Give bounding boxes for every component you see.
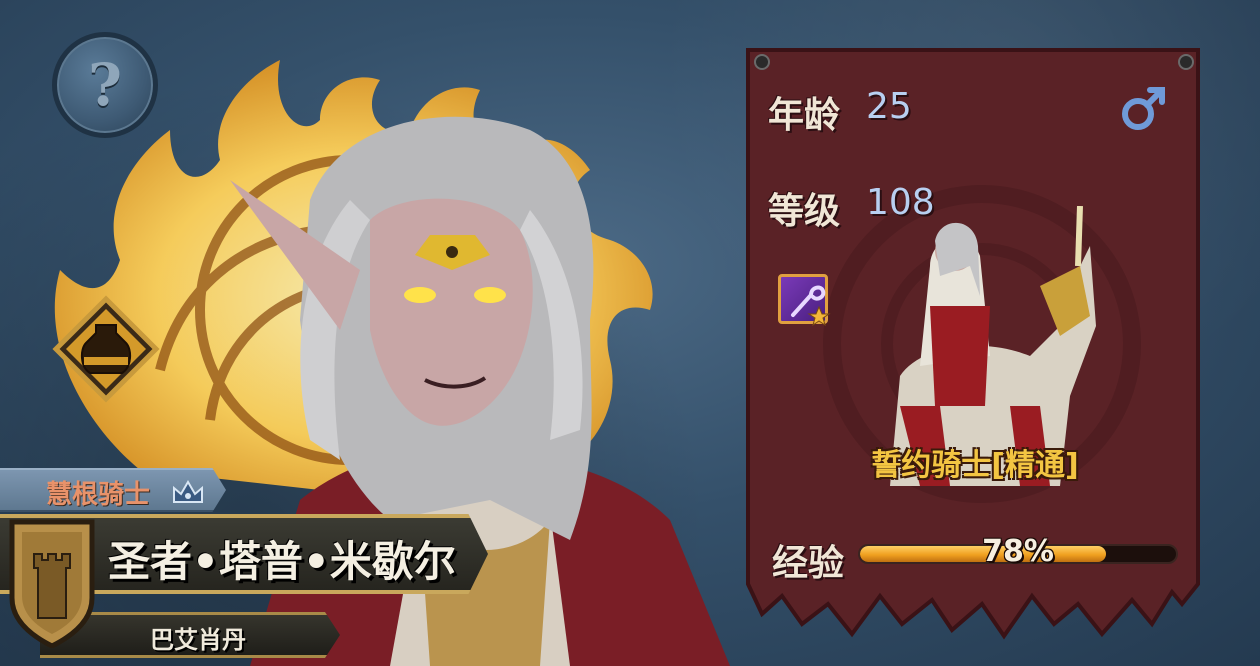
staff-star-icon[interactable] (778, 274, 831, 327)
male-symbol-icon (1122, 87, 1165, 130)
level-label: 等级 (768, 191, 841, 232)
exp-percent: 78% (982, 534, 1054, 569)
faction-shield-icon (9, 519, 95, 648)
hero-name: 圣者•塔普•米歇尔 (108, 537, 456, 586)
age-value: 25 (866, 86, 912, 127)
rank-crown-icon (173, 480, 203, 503)
potion-icon[interactable] (52, 295, 160, 403)
help-icon: ? (88, 51, 122, 119)
hero-title: 慧根骑士 (46, 480, 151, 510)
age-label: 年龄 (768, 95, 841, 136)
exp-label: 经验 (772, 543, 845, 584)
hero-faction: 巴艾肖丹 (150, 626, 246, 654)
help-button[interactable]: ? (52, 32, 158, 138)
class-name: 誓约骑士[精通] (871, 448, 1079, 483)
